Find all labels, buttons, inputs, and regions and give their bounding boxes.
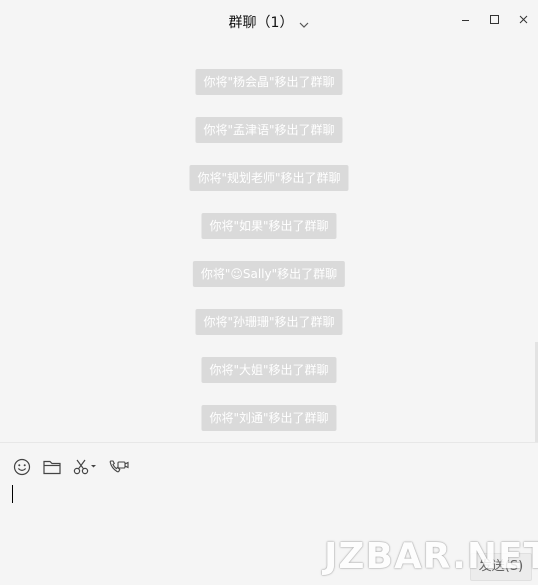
watermark: JZBAR.NET	[324, 536, 538, 577]
system-message: 你将"刘通"移出了群聊	[201, 405, 337, 431]
maximize-icon	[490, 15, 499, 24]
file-button[interactable]	[42, 458, 62, 476]
chat-title: 群聊（1）	[228, 15, 294, 31]
folder-icon	[43, 460, 61, 475]
emoji-button[interactable]	[12, 458, 32, 476]
system-message: 你将"如果"移出了群聊	[201, 213, 337, 239]
system-message: 你将"孙珊珊"移出了群聊	[195, 309, 343, 335]
title-bar: 群聊（1）	[0, 0, 538, 42]
system-message: 你将"规划老师"移出了群聊	[189, 165, 349, 191]
video-call-icon	[109, 460, 129, 473]
scissors-icon	[73, 459, 96, 475]
minimize-icon	[462, 20, 469, 21]
system-message: 你将"杨会晶"移出了群聊	[195, 69, 343, 95]
system-message: 你将"☺Sally"移出了群聊	[192, 261, 346, 287]
emoji-icon	[13, 458, 31, 476]
maximize-button[interactable]	[487, 12, 503, 28]
system-message: 你将"孟津语"移出了群聊	[195, 117, 343, 143]
message-list[interactable]: 你将"杨会晶"移出了群聊 你将"孟津语"移出了群聊 你将"规划老师"移出了群聊 …	[0, 42, 538, 452]
close-button[interactable]	[516, 12, 532, 28]
close-icon	[519, 15, 528, 24]
text-caret[interactable]	[12, 485, 13, 503]
video-call-button[interactable]	[108, 458, 130, 476]
system-message: 你将"大姐"移出了群聊	[201, 357, 337, 383]
chevron-down-icon	[299, 18, 309, 28]
minimize-button[interactable]	[458, 12, 474, 28]
screenshot-button[interactable]	[72, 458, 98, 476]
